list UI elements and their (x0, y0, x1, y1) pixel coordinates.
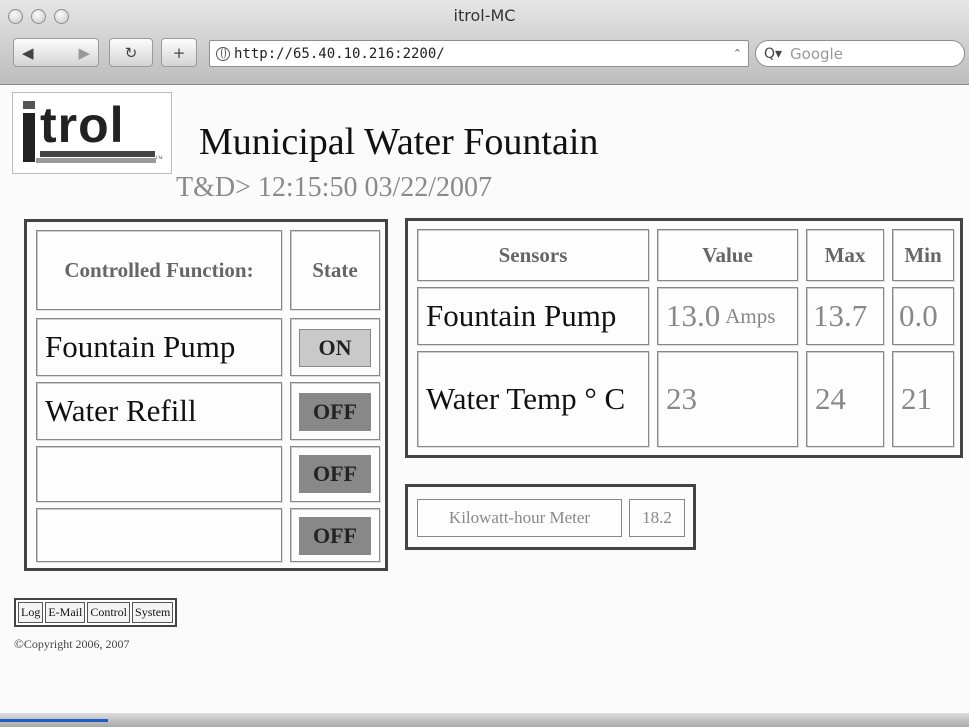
logo-dot (23, 101, 35, 109)
kwh-panel: Kilowatt-hour Meter 18.2 (405, 484, 696, 550)
function-label (36, 508, 282, 562)
logo-text: trol (40, 97, 125, 153)
function-4-toggle[interactable]: OFF (299, 517, 371, 555)
page-title: Municipal Water Fountain (199, 121, 599, 163)
tab-system[interactable]: System (132, 602, 174, 623)
function-label (36, 446, 282, 502)
logo-shadow (36, 158, 156, 163)
sensor-name: Water Temp ° C (417, 351, 649, 447)
address-bar[interactable]: http://65.40.10.216:2200/ ⌃ (209, 40, 749, 67)
tab-control[interactable]: Control (87, 602, 131, 623)
nav-tabs: Log E-Mail Control System (14, 598, 178, 627)
state-cell: OFF (290, 446, 380, 502)
state-cell: OFF (290, 508, 380, 562)
browser-chrome: itrol-MC ◀ ▶ ↻ + http://65.40.10.216:220… (0, 0, 969, 85)
itrol-logo: trol ™ (12, 92, 172, 174)
reload-button[interactable]: ↻ (109, 38, 153, 67)
sensors-panel: Sensors Value Max Min Fountain Pump 13.0… (405, 218, 963, 458)
sensor-min: 0.0 (892, 287, 954, 345)
logo-underline (40, 151, 155, 157)
copyright-symbol: © (14, 636, 24, 651)
state-header: State (290, 230, 380, 310)
kwh-label: Kilowatt-hour Meter (417, 499, 622, 537)
state-cell: OFF (290, 382, 380, 440)
search-field[interactable]: Q▾ Google (755, 40, 965, 67)
value-number: 13.0 (666, 298, 721, 333)
sensors-header: Sensors (417, 229, 649, 281)
url-text[interactable]: http://65.40.10.216:2200/ (234, 46, 445, 62)
globe-icon (216, 46, 230, 61)
copyright-text: Copyright 2006, 2007 (23, 637, 130, 651)
fountain-pump-toggle[interactable]: ON (299, 329, 371, 367)
tab-log[interactable]: Log (18, 602, 44, 623)
forward-arrow-icon[interactable]: ▶ (78, 44, 90, 62)
window-title: itrol-MC (453, 6, 516, 25)
controls-panel: Controlled Function: State Fountain Pump… (24, 219, 388, 571)
status-bar (0, 713, 969, 727)
value-header: Value (657, 229, 798, 281)
date-time-readout: T&D> 12:15:50 03/22/2007 (176, 172, 493, 203)
logo-trademark: ™ (155, 154, 163, 163)
sensor-value: 13.0 Amps (657, 287, 798, 345)
copyright-notice: ©Copyright 2006, 2007 (14, 636, 130, 652)
kwh-value: 18.2 (629, 499, 685, 537)
max-header: Max (806, 229, 884, 281)
add-bookmark-button[interactable]: + (161, 38, 197, 67)
sensor-name: Fountain Pump (417, 287, 649, 345)
tab-email[interactable]: E-Mail (45, 602, 86, 623)
loading-progress (0, 719, 108, 722)
sensor-max: 24 (806, 351, 884, 447)
state-cell: ON (290, 318, 380, 376)
sensor-value: 23 (657, 351, 798, 447)
reload-icon: ↻ (124, 43, 138, 62)
function-label: Water Refill (36, 382, 282, 440)
plus-icon: + (172, 43, 186, 62)
function-label: Fountain Pump (36, 318, 282, 376)
logo-bar (23, 113, 35, 162)
back-forward-buttons[interactable]: ◀ ▶ (13, 38, 99, 67)
search-placeholder: Google (790, 44, 843, 63)
sensor-min: 21 (892, 351, 954, 447)
water-refill-toggle[interactable]: OFF (299, 393, 371, 431)
value-unit: Amps (725, 303, 776, 328)
search-icon[interactable]: Q▾ (764, 46, 782, 62)
function-3-toggle[interactable]: OFF (299, 455, 371, 493)
min-header: Min (892, 229, 954, 281)
back-arrow-icon[interactable]: ◀ (22, 44, 34, 62)
sensor-max: 13.7 (806, 287, 884, 345)
controlled-function-header: Controlled Function: (36, 230, 282, 310)
rss-icon[interactable]: ⌃ (733, 47, 742, 60)
